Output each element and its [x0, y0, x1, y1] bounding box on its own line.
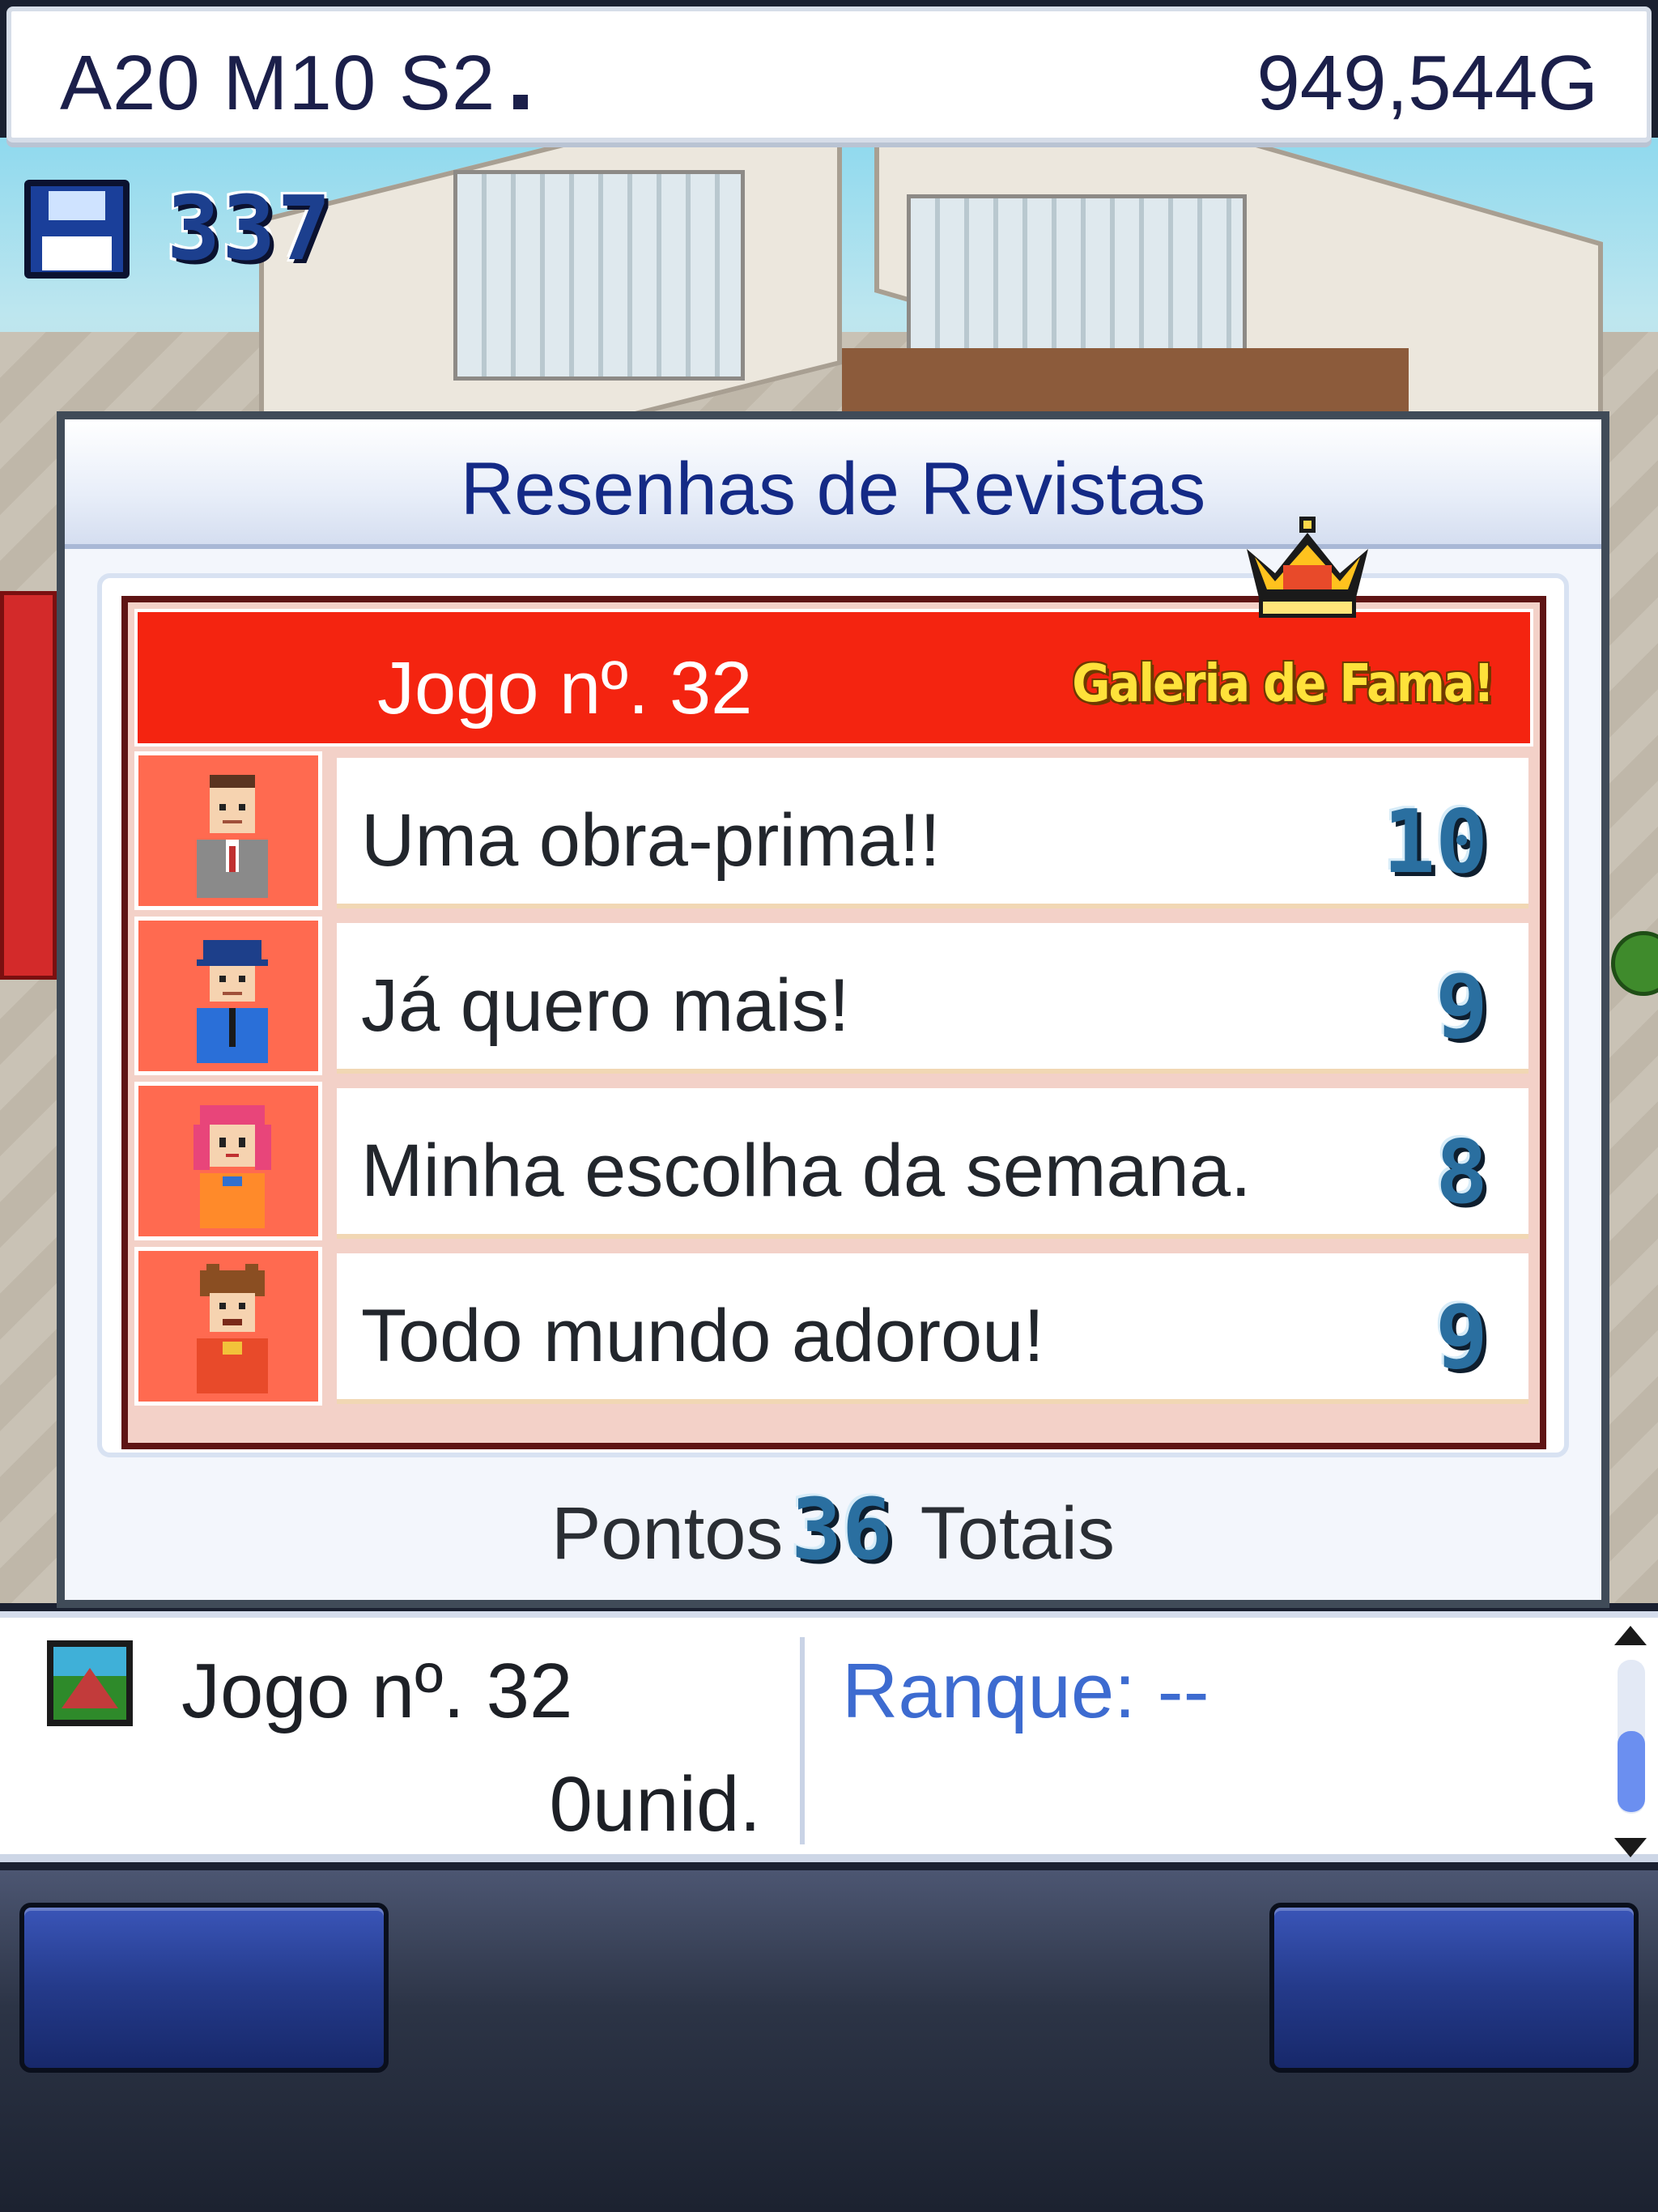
scroll-down-icon[interactable] [1614, 1838, 1647, 1857]
date-indicator-dot [513, 95, 529, 109]
save-counter: 337 [167, 177, 333, 280]
info-divider [800, 1637, 805, 1844]
review-row: Já quero mais! 9 [134, 917, 1533, 1075]
game-title: Jogo nº. 32 [377, 647, 753, 730]
total-prefix: Pontos [551, 1492, 784, 1575]
reviewer-portrait [134, 1247, 322, 1406]
game-date: A20 M10 S2 [60, 39, 529, 128]
scene-window [453, 170, 745, 381]
total-suffix: Totais [920, 1492, 1115, 1575]
total-points: 36 [791, 1480, 893, 1579]
status-bar: A20 M10 S2 949,544G [6, 6, 1652, 143]
review-body: Já quero mais! 9 [337, 923, 1528, 1074]
reviewer-portrait [134, 917, 322, 1075]
info-game-name: Jogo nº. 32 [181, 1648, 573, 1734]
right-softkey-button[interactable] [1269, 1903, 1639, 2073]
review-row: Uma obra-prima!! 10 [134, 751, 1533, 910]
total-points-line: Pontos36 Totais [65, 1480, 1601, 1579]
review-row: Minha escolha da semana. 8 [134, 1082, 1533, 1240]
game-cartridge-icon [47, 1640, 133, 1726]
scene-shelf [0, 591, 57, 980]
left-softkey-button[interactable] [19, 1903, 389, 2073]
review-comment: Já quero mais! [361, 964, 850, 1047]
review-comment: Todo mundo adorou! [361, 1295, 1044, 1377]
reviewer-2-icon [197, 940, 268, 1063]
game-header: Jogo nº. 32 Galeria de Fama! [134, 609, 1533, 747]
review-row: Todo mundo adorou! 9 [134, 1247, 1533, 1406]
reviewer-portrait [134, 751, 322, 910]
review-score: 9 [1435, 957, 1488, 1058]
scene-window [907, 194, 1247, 356]
review-table: Jogo nº. 32 Galeria de Fama! Uma obra-pr… [121, 596, 1546, 1449]
rank-label: Ranque: -- [842, 1648, 1209, 1734]
review-score: 9 [1435, 1287, 1488, 1389]
hall-of-fame-badge: Galeria de Fama! [1072, 654, 1494, 714]
reviewer-portrait [134, 1082, 322, 1240]
scroll-thumb[interactable] [1618, 1731, 1645, 1812]
review-body: Todo mundo adorou! 9 [337, 1253, 1528, 1404]
info-scrollbar[interactable] [1611, 1618, 1652, 1861]
reviewer-3-icon [193, 1105, 271, 1228]
game-info-panel: Jogo nº. 32 0unid. Ranque: -- [0, 1611, 1658, 1862]
review-body: Uma obra-prima!! 10 [337, 758, 1528, 908]
floppy-disk-icon [24, 180, 130, 279]
review-score: 8 [1435, 1122, 1488, 1223]
review-comment: Minha escolha da semana. [361, 1129, 1252, 1212]
bottom-button-bar [0, 1870, 1658, 2212]
units-sold: 0unid. [549, 1761, 761, 1848]
money-display: 949,544G [1256, 40, 1598, 126]
magazine-review-dialog[interactable]: Resenhas de Revistas Jogo nº. 32 Galeria… [57, 411, 1609, 1608]
scroll-up-icon[interactable] [1614, 1626, 1647, 1645]
reviewer-1-icon [197, 775, 268, 898]
review-score: 10 [1382, 792, 1488, 893]
reviewer-4-icon [197, 1264, 268, 1393]
review-body: Minha escolha da semana. 8 [337, 1088, 1528, 1239]
review-comment: Uma obra-prima!! [361, 799, 941, 882]
crown-icon [1247, 517, 1368, 618]
scene-wood-floor [842, 348, 1409, 413]
